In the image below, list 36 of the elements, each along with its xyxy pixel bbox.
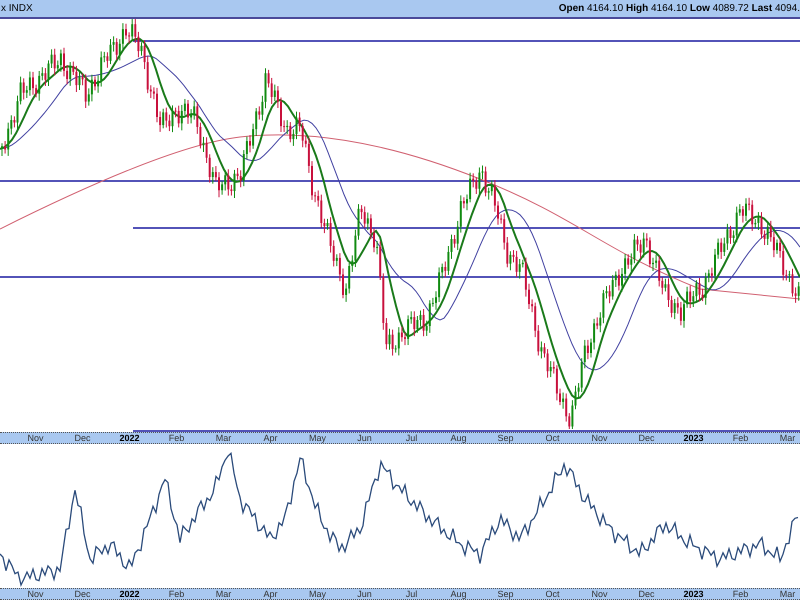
month-label: Dec	[73, 433, 92, 443]
month-label: Jul	[404, 589, 418, 599]
month-label: Feb	[168, 589, 186, 599]
month-label: Jun	[356, 433, 373, 443]
month-label: Aug	[449, 589, 468, 599]
year-label: 2023	[682, 589, 705, 599]
month-label: Nov	[590, 589, 608, 599]
year-label: 2022	[118, 433, 141, 443]
month-label: Feb	[168, 433, 186, 443]
year-label: 2022	[118, 589, 141, 599]
month-label: Nov	[26, 433, 44, 443]
month-label: Aug	[449, 433, 468, 443]
month-label: Apr	[262, 433, 278, 443]
year-label: 2023	[682, 433, 705, 443]
symbol-label: x INDX	[0, 3, 33, 14]
month-label: Sep	[496, 433, 514, 443]
month-label: May	[308, 589, 327, 599]
month-label: Feb	[732, 589, 750, 599]
month-label: Jun	[356, 589, 373, 599]
month-label: Mar	[214, 589, 232, 599]
month-label: Jul	[404, 433, 418, 443]
quote-readout: Open 4164.10 High 4164.10 Low 4089.72 Last 4094.	[558, 3, 800, 14]
month-label: Apr	[262, 589, 278, 599]
month-label: Oct	[544, 589, 560, 599]
month-label: Oct	[544, 433, 560, 443]
month-label: Dec	[637, 433, 656, 443]
month-label: Dec	[637, 589, 656, 599]
month-label: Mar	[778, 433, 796, 443]
month-label: Dec	[73, 589, 92, 599]
month-label: Sep	[496, 589, 514, 599]
month-label: Mar	[778, 589, 796, 599]
month-label: Nov	[590, 433, 608, 443]
month-label: Nov	[26, 589, 44, 599]
month-label: Mar	[214, 433, 232, 443]
month-label: Feb	[732, 433, 750, 443]
month-label: May	[308, 433, 327, 443]
